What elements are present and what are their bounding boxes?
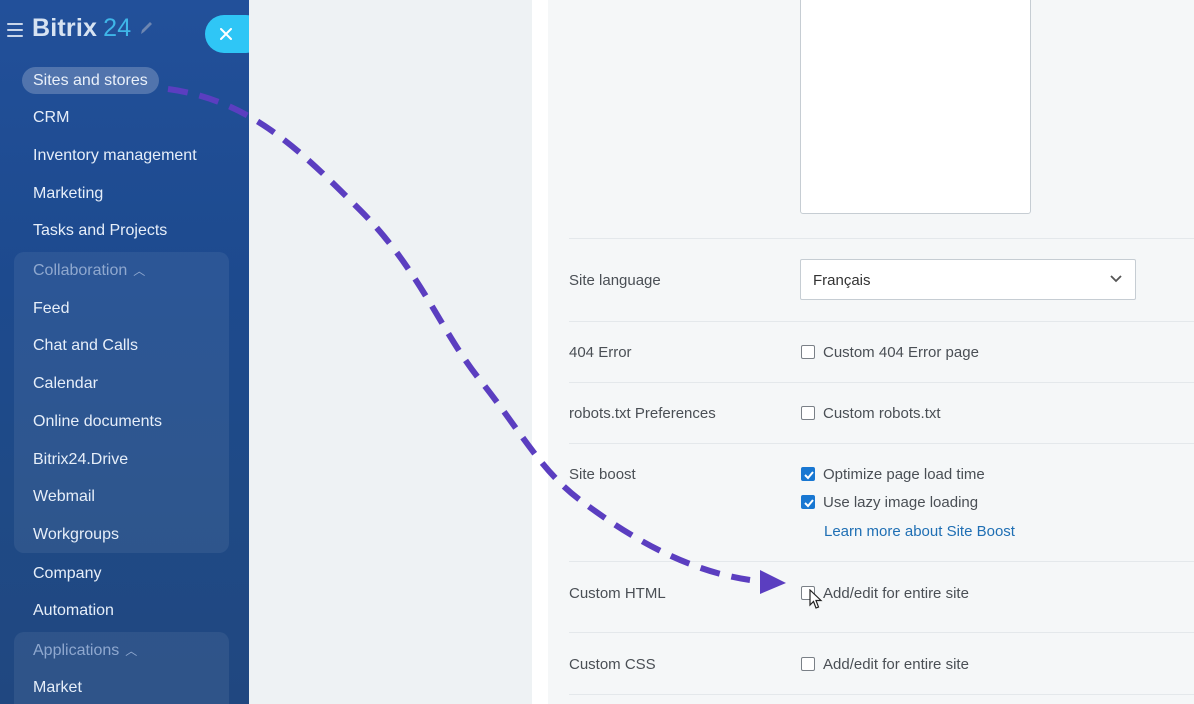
row-divider (569, 694, 1194, 695)
mouse-cursor-icon (809, 589, 823, 609)
sidebar-item-workgroups[interactable]: Workgroups (33, 526, 119, 544)
checkmark-icon (804, 471, 814, 480)
sidebar-item-sites-and-stores[interactable]: Sites and stores (22, 67, 159, 94)
row-divider (569, 238, 1194, 239)
custom-css-checkbox[interactable] (801, 657, 815, 671)
optimize-load-label[interactable]: Optimize page load time (823, 466, 985, 483)
custom-robots-checkbox[interactable] (801, 406, 815, 420)
text-area[interactable] (800, 0, 1031, 214)
close-icon (220, 28, 232, 40)
custom-css-label: Custom CSS (569, 656, 656, 673)
logo-number: 24 (103, 14, 132, 42)
custom-404-checkbox[interactable] (801, 345, 815, 359)
row-divider (569, 443, 1194, 444)
background-page (249, 0, 532, 704)
custom-html-label: Custom HTML (569, 585, 666, 602)
custom-css-option-label[interactable]: Add/edit for entire site (823, 656, 969, 673)
applications-group-header[interactable]: Applications ︿ (33, 642, 137, 660)
applications-title: Applications (33, 642, 120, 659)
lazy-loading-checkbox[interactable] (801, 495, 815, 509)
collaboration-title: Collaboration (33, 262, 128, 279)
pencil-icon[interactable] (138, 20, 154, 38)
sidebar-item-inventory[interactable]: Inventory management (33, 147, 197, 165)
row-divider (569, 632, 1194, 633)
row-divider (569, 561, 1194, 562)
sidebar-item-webmail[interactable]: Webmail (33, 488, 95, 506)
sidebar-item-automation[interactable]: Automation (33, 602, 114, 620)
custom-robots-label[interactable]: Custom robots.txt (823, 405, 941, 422)
site-language-select[interactable]: Français (800, 259, 1136, 300)
sidebar-item-drive[interactable]: Bitrix24.Drive (33, 451, 128, 469)
site-boost-learn-more-link[interactable]: Learn more about Site Boost (824, 523, 1015, 540)
custom-404-label[interactable]: Custom 404 Error page (823, 344, 979, 361)
collaboration-group (14, 252, 229, 553)
sidebar-item-market[interactable]: Market (33, 679, 82, 697)
error-404-label: 404 Error (569, 344, 632, 361)
site-language-value: Français (813, 272, 871, 289)
checkmark-icon (804, 499, 814, 508)
site-language-label: Site language (569, 272, 661, 289)
row-divider (569, 382, 1194, 383)
sidebar-item-documents[interactable]: Online documents (33, 413, 162, 431)
menu-icon[interactable] (7, 23, 23, 37)
sidebar-item-chat[interactable]: Chat and Calls (33, 337, 138, 355)
sidebar-item-feed[interactable]: Feed (33, 300, 69, 318)
slider-edge (532, 0, 548, 704)
sidebar-item-company[interactable]: Company (33, 565, 101, 583)
logo[interactable]: Bitrix 24 (32, 14, 131, 43)
sidebar-item-marketing[interactable]: Marketing (33, 185, 103, 203)
sidebar-item-crm[interactable]: CRM (33, 109, 69, 127)
sidebar-item-tasks[interactable]: Tasks and Projects (33, 222, 167, 240)
sidebar-item-calendar[interactable]: Calendar (33, 375, 98, 393)
optimize-load-checkbox[interactable] (801, 467, 815, 481)
chevron-up-icon: ︿ (133, 264, 146, 278)
custom-html-option-label[interactable]: Add/edit for entire site (823, 585, 969, 602)
chevron-up-icon: ︿ (125, 644, 138, 658)
sidebar: Bitrix 24 Sites and stores CRM Inventory … (0, 0, 249, 704)
collaboration-group-header[interactable]: Collaboration ︿ (33, 262, 145, 280)
chevron-down-icon (1110, 275, 1122, 283)
logo-text: Bitrix (32, 14, 98, 42)
robots-label: robots.txt Preferences (569, 405, 716, 422)
lazy-loading-label[interactable]: Use lazy image loading (823, 494, 978, 511)
row-divider (569, 321, 1194, 322)
site-boost-label: Site boost (569, 466, 636, 483)
